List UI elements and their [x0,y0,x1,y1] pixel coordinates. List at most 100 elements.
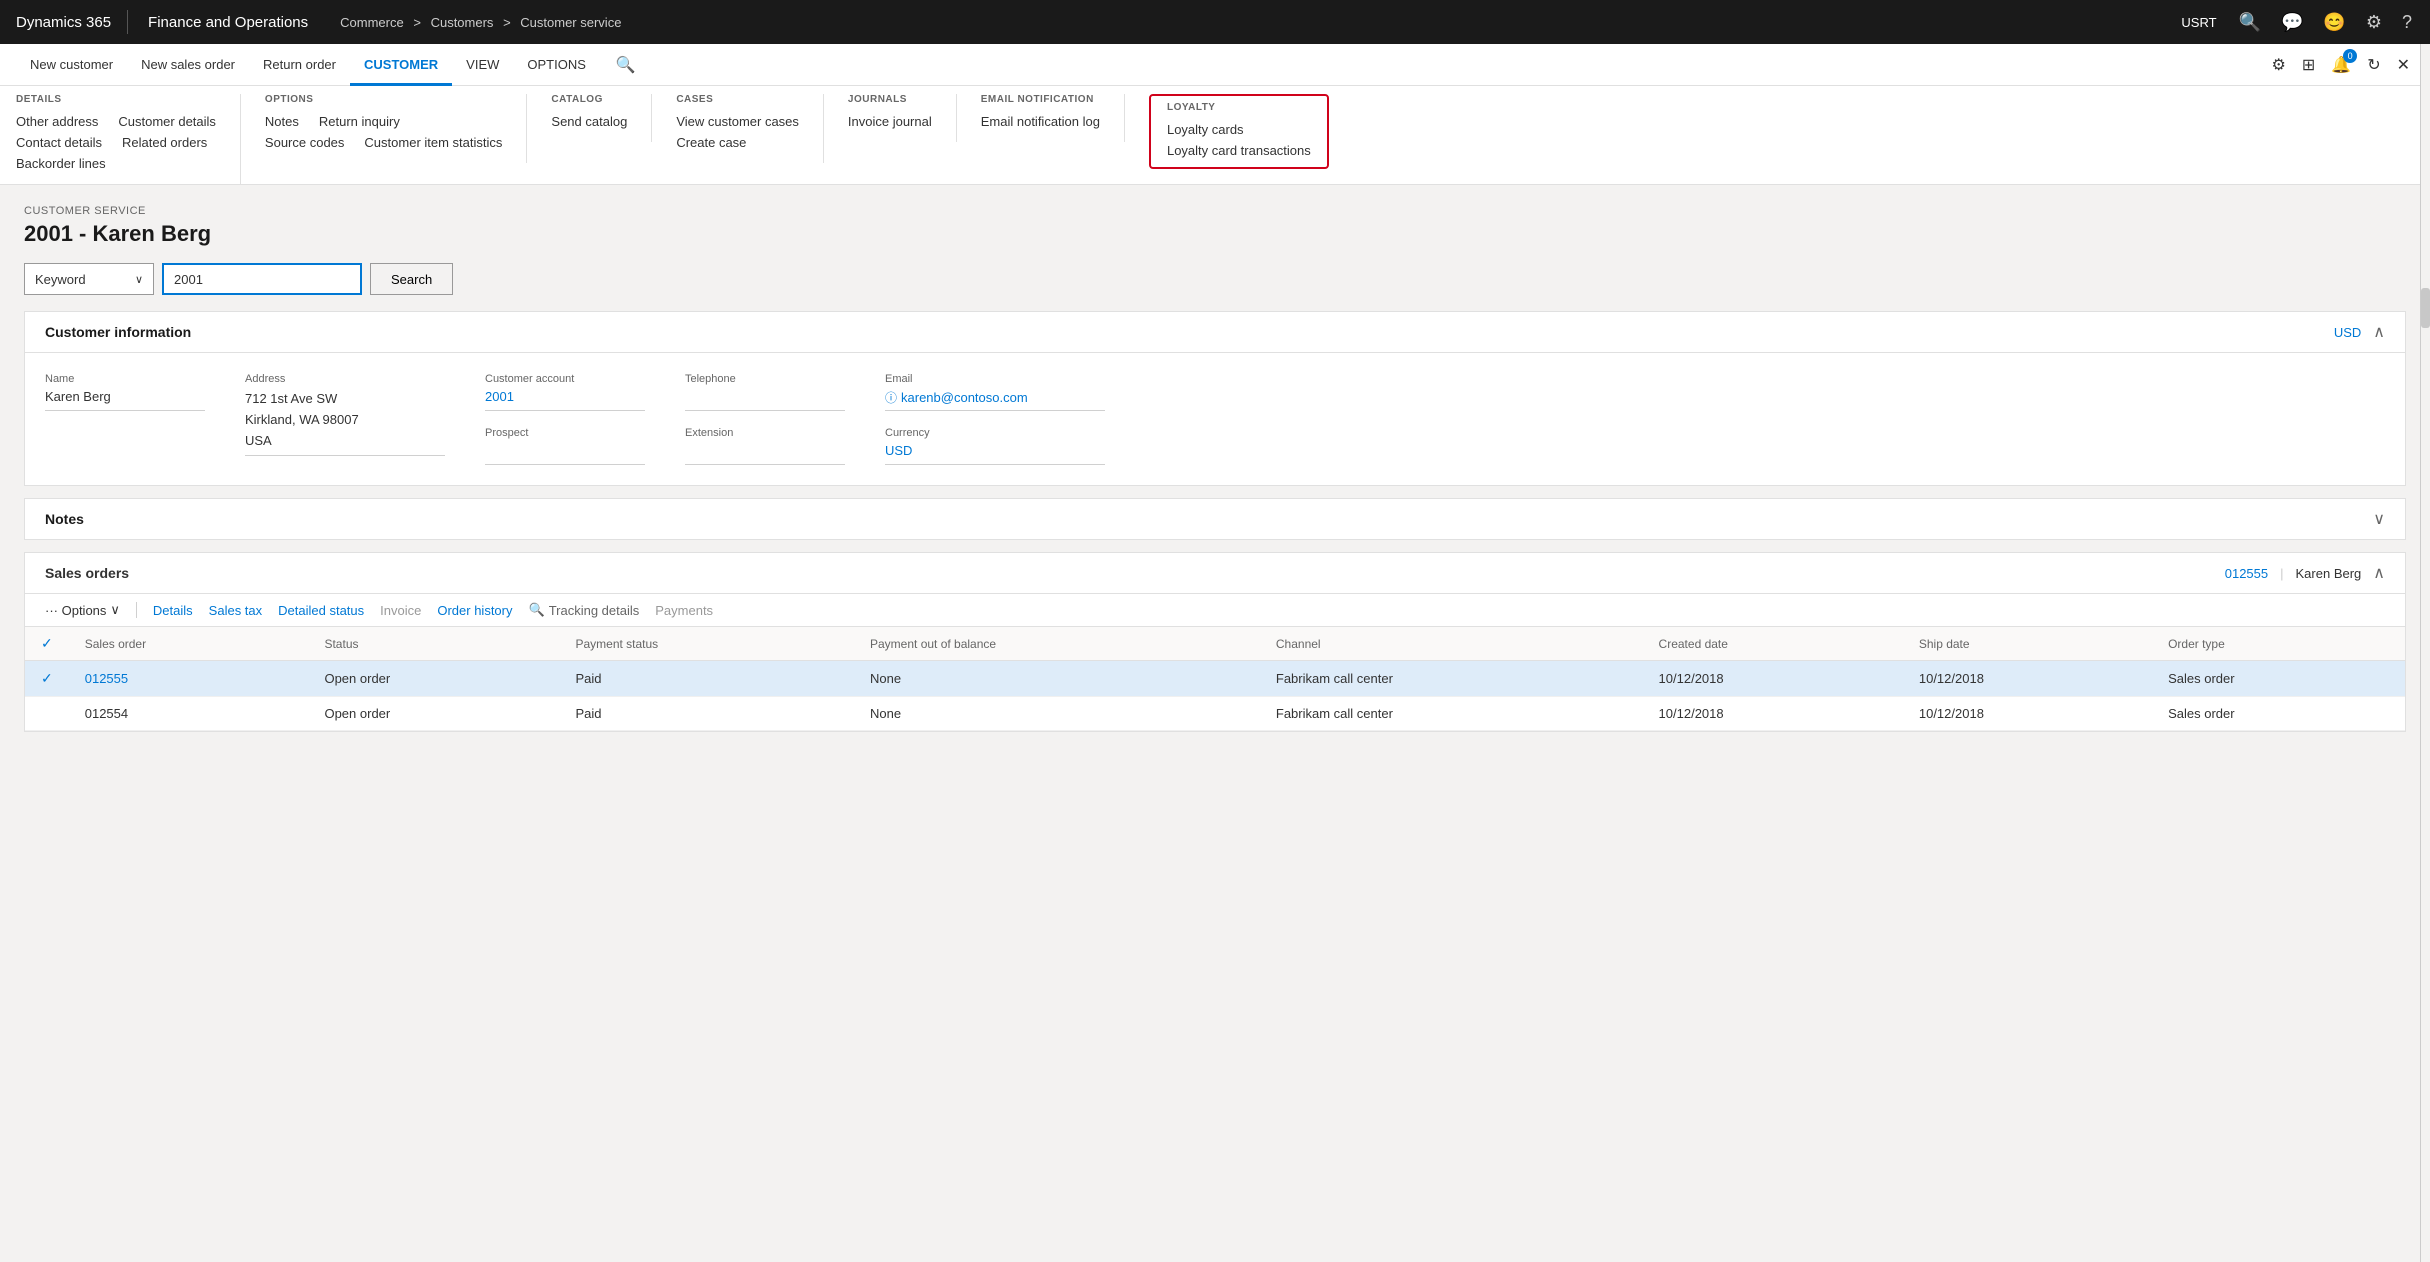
address-value: 712 1st Ave SW Kirkland, WA 98007 USA [245,389,445,456]
col-ship-date[interactable]: Ship date [1903,627,2152,661]
sales-order-link[interactable]: 012555 [2225,566,2268,581]
cmd-send-catalog[interactable]: Send catalog [551,113,627,130]
table-row[interactable]: ✓ 012555 Open order Paid None Fabrikam c… [25,661,2405,697]
currency-value[interactable]: USD [885,443,1105,465]
options-chevron-icon: ∨ [110,602,120,618]
notifications-icon[interactable]: 🔔 0 [2327,51,2355,79]
header-check-icon: ✓ [41,635,53,651]
tab-options[interactable]: OPTIONS [513,44,600,86]
command-items-options: Notes Return inquiry Source codes Custom… [265,113,502,151]
sales-tax-button[interactable]: Sales tax [209,603,262,618]
tracking-details-button[interactable]: 🔍 Tracking details [529,602,640,618]
command-row: Send catalog [551,113,627,130]
command-bar: DETAILS Other address Customer details C… [0,86,2430,185]
command-row: Source codes Customer item statistics [265,134,502,151]
tab-view[interactable]: VIEW [452,44,513,86]
cmd-backorder-lines[interactable]: Backorder lines [16,155,106,172]
sales-collapse-icon[interactable]: ∧ [2373,563,2385,583]
cmd-contact-details[interactable]: Contact details [16,134,102,151]
command-row: Backorder lines [16,155,216,172]
field-name: Name Karen Berg [45,373,205,411]
breadcrumb-commerce[interactable]: Commerce [340,15,404,30]
cell-checkbox [25,697,69,731]
table-row[interactable]: 012554 Open order Paid None Fabrikam cal… [25,697,2405,731]
notes-title: Notes [45,511,2373,527]
cell-order-id[interactable]: 012554 [69,697,309,731]
notes-panel-right: ∨ [2373,509,2385,529]
payments-button[interactable]: Payments [655,603,713,618]
ribbon-search-icon[interactable]: 🔍 [608,55,644,75]
cmd-create-case[interactable]: Create case [676,134,746,151]
command-items-loyalty: Loyalty cards Loyalty card transactions [1167,121,1311,159]
col-channel[interactable]: Channel [1260,627,1643,661]
customer-info-panel-header[interactable]: Customer information USD ∧ [25,312,2405,353]
cmd-email-notification-log[interactable]: Email notification log [981,113,1100,130]
col-created-date[interactable]: Created date [1643,627,1903,661]
cmd-loyalty-cards[interactable]: Loyalty cards [1167,121,1244,138]
profile-icon[interactable]: 😊 [2317,12,2351,33]
command-row: Notes Return inquiry [265,113,502,130]
details-button[interactable]: Details [153,603,193,618]
panel-collapse-icon[interactable]: ∧ [2373,322,2385,342]
order-history-button[interactable]: Order history [437,603,512,618]
currency-link[interactable]: USD [2334,325,2361,340]
search-input[interactable] [162,263,362,295]
help-icon[interactable]: ? [2396,12,2418,33]
cmd-customer-item-stats[interactable]: Customer item statistics [364,134,502,151]
customer-info-grid: Name Karen Berg Address 712 1st Ave SW K… [45,373,2385,465]
col-payment-balance[interactable]: Payment out of balance [854,627,1260,661]
keyword-select[interactable]: Keyword ∨ [24,263,154,295]
brand-fo[interactable]: Finance and Operations [128,14,328,31]
cell-order-id[interactable]: 012555 [69,661,309,697]
panel-header-right: USD ∧ [2334,322,2385,342]
search-icon[interactable]: 🔍 [2233,12,2267,33]
tab-new-sales-order[interactable]: New sales order [127,44,249,86]
ribbon-right-icons: ⚙ ⊞ 🔔 0 ↻ ✕ [2268,51,2414,79]
apps-icon[interactable]: ⊞ [2298,51,2319,79]
customize-icon[interactable]: ⚙ [2268,51,2290,79]
cmd-view-customer-cases[interactable]: View customer cases [676,113,799,130]
col-status[interactable]: Status [308,627,559,661]
breadcrumb-customers[interactable]: Customers [431,15,494,30]
brand-d365[interactable]: Dynamics 365 [12,14,127,31]
command-row: Loyalty cards [1167,121,1311,138]
command-row: Loyalty card transactions [1167,142,1311,159]
detailed-status-button[interactable]: Detailed status [278,603,364,618]
cmd-loyalty-card-transactions[interactable]: Loyalty card transactions [1167,142,1311,159]
email-info-icon: ⓘ [885,389,897,406]
tab-return-order[interactable]: Return order [249,44,350,86]
cmd-customer-details[interactable]: Customer details [118,113,216,130]
section-header-catalog: CATALOG [551,94,627,105]
search-button[interactable]: Search [370,263,453,295]
cmd-related-orders[interactable]: Related orders [122,134,207,151]
command-items-cases: View customer cases Create case [676,113,799,151]
close-icon[interactable]: ✕ [2393,51,2414,79]
col-payment-status[interactable]: Payment status [559,627,854,661]
breadcrumb-customer-service[interactable]: Customer service [520,15,621,30]
tab-customer[interactable]: CUSTOMER [350,44,452,86]
chat-icon[interactable]: 💬 [2275,12,2309,33]
account-value[interactable]: 2001 [485,389,645,411]
vertical-scrollbar[interactable] [2420,44,2430,1262]
tab-new-customer[interactable]: New customer [16,44,127,86]
field-address: Address 712 1st Ave SW Kirkland, WA 9800… [245,373,445,456]
refresh-icon[interactable]: ↻ [2363,51,2384,79]
cmd-other-address[interactable]: Other address [16,113,98,130]
cmd-return-inquiry[interactable]: Return inquiry [319,113,400,130]
cell-checkbox: ✓ [25,661,69,697]
cmd-source-codes[interactable]: Source codes [265,134,345,151]
section-header-cases: CASES [676,94,799,105]
scrollbar-thumb[interactable] [2421,288,2430,328]
col-order-type[interactable]: Order type [2152,627,2405,661]
sales-orders-panel-header[interactable]: Sales orders 012555 | Karen Berg ∧ [25,553,2405,594]
notes-collapse-icon[interactable]: ∨ [2373,509,2385,529]
options-button[interactable]: ··· Options ∨ [45,602,120,618]
invoice-button[interactable]: Invoice [380,603,421,618]
email-link[interactable]: karenb@contoso.com [901,390,1028,405]
notes-panel-header[interactable]: Notes ∨ [25,499,2405,539]
cmd-invoice-journal[interactable]: Invoice journal [848,113,932,130]
command-items-catalog: Send catalog [551,113,627,130]
col-sales-order[interactable]: Sales order [69,627,309,661]
cmd-notes[interactable]: Notes [265,113,299,130]
settings-icon[interactable]: ⚙ [2360,12,2388,33]
